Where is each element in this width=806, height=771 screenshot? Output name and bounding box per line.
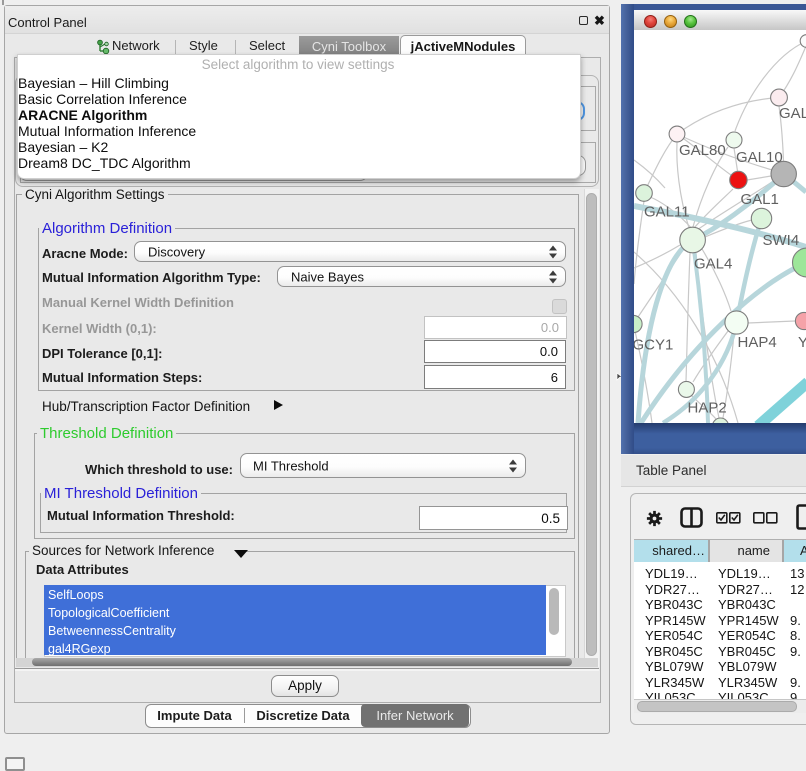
svg-text:HAP2: HAP2 xyxy=(688,400,727,417)
svg-text:GCY1: GCY1 xyxy=(634,337,673,354)
svg-text:SWI4: SWI4 xyxy=(763,232,800,249)
svg-text:GAL80: GAL80 xyxy=(679,142,726,159)
svg-text:HAP4: HAP4 xyxy=(738,334,777,351)
svg-text:YJL: YJL xyxy=(798,334,806,351)
svg-text:GAL1: GAL1 xyxy=(741,191,779,208)
svg-text:GAL10: GAL10 xyxy=(736,149,783,166)
svg-text:GAL4: GAL4 xyxy=(694,256,732,273)
svg-text:GAL11: GAL11 xyxy=(644,204,690,221)
svg-text:GAL7: GAL7 xyxy=(779,105,806,122)
